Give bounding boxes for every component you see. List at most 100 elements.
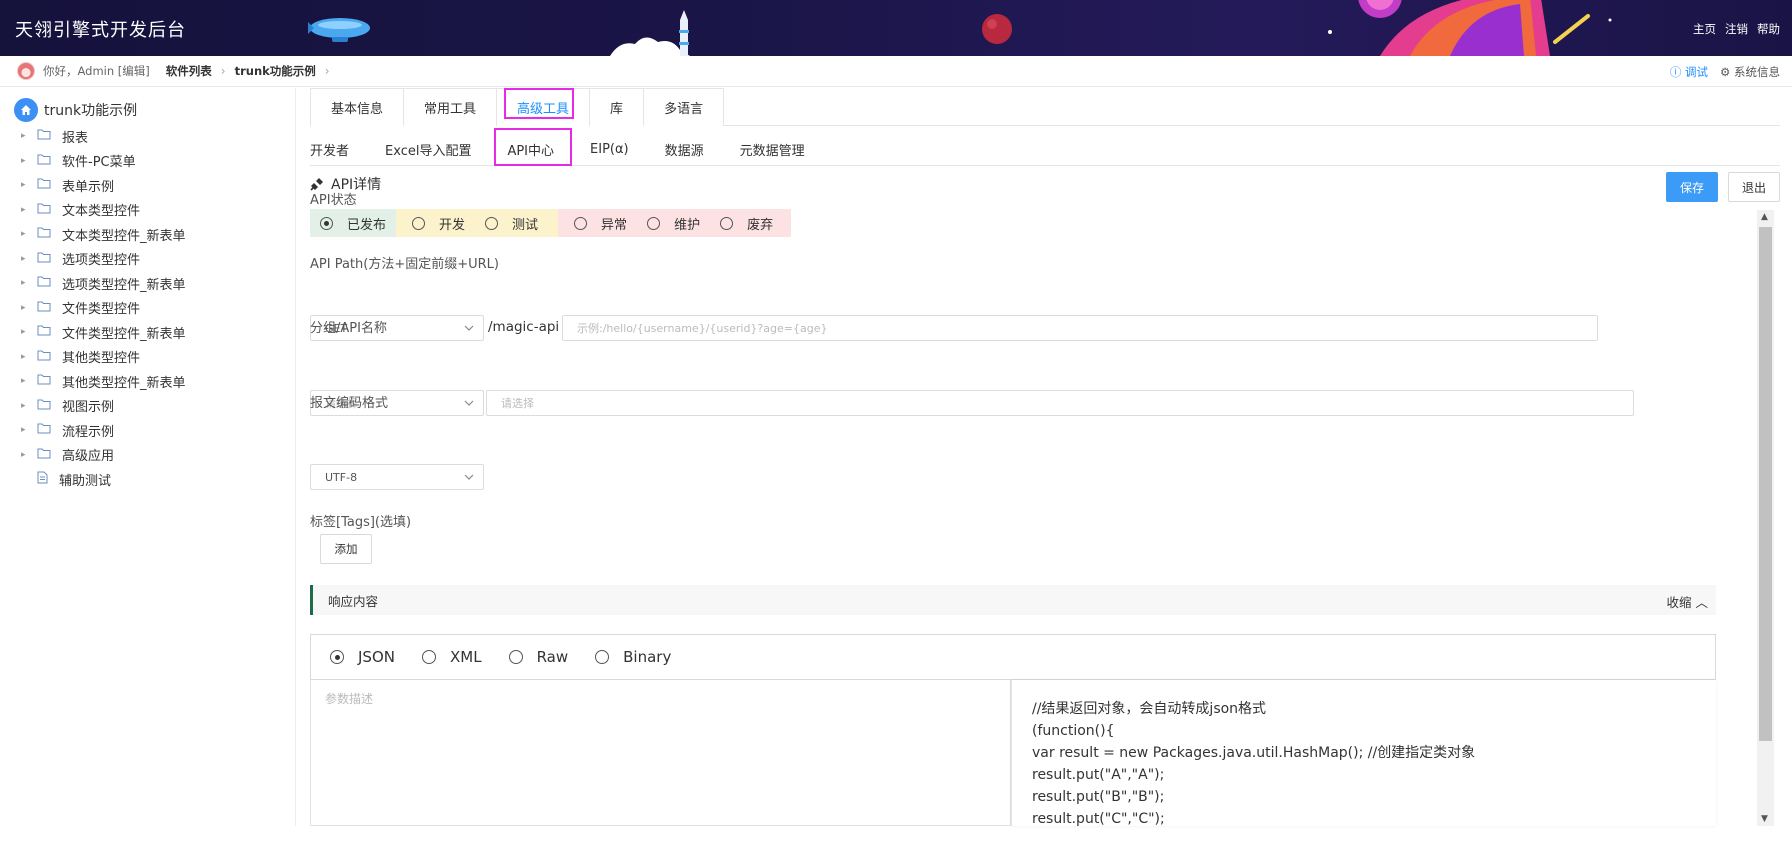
sidebar-item[interactable]: ▸ 选项类型控件: [0, 247, 296, 272]
system-info-link[interactable]: ⚙ 系统信息: [1720, 64, 1780, 80]
format-binary[interactable]: Binary: [595, 648, 671, 666]
tab-common-tools[interactable]: 常用工具: [403, 88, 498, 126]
sidebar-item-label: 选项类型控件: [62, 253, 141, 269]
status-published[interactable]: 已发布: [310, 209, 397, 237]
sidebar-item[interactable]: ▸ 表单示例: [0, 173, 296, 198]
sidebar-item[interactable]: ▸ 文本类型控件: [0, 198, 296, 223]
scrollbar-thumb[interactable]: [1759, 227, 1772, 741]
folder-icon: [37, 153, 51, 169]
tab-advanced-tools[interactable]: 高级工具: [496, 88, 591, 126]
sidebar-item[interactable]: ▸ 流程示例: [0, 418, 296, 443]
help-link[interactable]: 帮助: [1757, 21, 1780, 37]
chevron-down-icon: [464, 325, 474, 331]
tab-metadata[interactable]: 元数据管理: [722, 132, 823, 166]
user-greeting[interactable]: 你好，Admin [编辑]: [43, 63, 150, 79]
sidebar-item[interactable]: ▸ 高级应用: [0, 443, 296, 468]
tab-basic-info[interactable]: 基本信息: [310, 88, 405, 126]
breadcrumb-trunk-demo[interactable]: trunk功能示例: [235, 63, 316, 79]
tab-eip[interactable]: EIP(α): [572, 132, 647, 166]
vertical-scrollbar[interactable]: ▲ ▼: [1757, 210, 1774, 826]
status-maintenance[interactable]: 维护: [637, 209, 711, 237]
app-title: 天翎引擎式开发后台: [15, 20, 186, 41]
format-raw[interactable]: Raw: [508, 648, 568, 666]
tab-api-center[interactable]: API中心: [489, 132, 572, 166]
tab-excel-import[interactable]: Excel导入配置: [367, 132, 489, 166]
sidebar-item[interactable]: ▸ 视图示例: [0, 394, 296, 419]
code-line: (function(){: [1032, 723, 1115, 739]
tab-multi-language[interactable]: 多语言: [643, 88, 725, 126]
sidebar-item[interactable]: ▸ 其他类型控件: [0, 345, 296, 370]
sidebar-item[interactable]: ▸辅助测试: [0, 467, 296, 492]
caret-right-icon[interactable]: ▸: [21, 401, 31, 411]
status-developing[interactable]: 开发: [396, 209, 476, 237]
radio-checked-icon: [330, 650, 344, 664]
sidebar-item-label: 选项类型控件_新表单: [62, 277, 186, 293]
format-xml[interactable]: XML: [421, 648, 482, 666]
caret-right-icon[interactable]: ▸: [21, 229, 31, 239]
status-deprecated[interactable]: 废弃: [710, 209, 792, 237]
collapse-button[interactable]: 收缩 ︿: [1667, 592, 1709, 611]
tree-list: ▸ 报表 ▸ 软件-PC菜单 ▸ 表单示例 ▸ 文本类型控件 ▸ 文本类型控件_新表单 ▸ 选项类型控…: [0, 124, 296, 492]
scroll-up-icon[interactable]: ▲: [1761, 212, 1768, 222]
status-error[interactable]: 异常: [558, 209, 638, 237]
caret-right-icon[interactable]: ▸: [21, 156, 31, 166]
sidebar-item[interactable]: ▸ 报表: [0, 124, 296, 149]
exit-button[interactable]: 退出: [1728, 172, 1780, 202]
status-testing[interactable]: 测试: [475, 209, 559, 237]
save-button[interactable]: 保存: [1666, 172, 1718, 202]
caret-right-icon[interactable]: ▸: [21, 205, 31, 215]
caret-right-icon[interactable]: ▸: [21, 303, 31, 313]
api-prefix: /magic-api: [488, 319, 560, 335]
code-editor[interactable]: //结果返回对象，会自动转成json格式 (function(){ var re…: [1011, 680, 1716, 826]
folder-icon: [37, 398, 51, 414]
param-description-textarea[interactable]: 参数描述: [310, 680, 1011, 826]
caret-right-icon[interactable]: ▸: [21, 450, 31, 460]
sidebar-item[interactable]: ▸ 文件类型控件: [0, 296, 296, 321]
gear-icon: ⚙: [1720, 65, 1734, 79]
chevron-up-icon: ︿: [1691, 595, 1708, 610]
caret-right-icon[interactable]: ▸: [21, 254, 31, 264]
api-url-input[interactable]: 示例:/hello/{username}/{userid}?age={age}: [562, 315, 1598, 341]
api-name-input[interactable]: 请选择: [486, 390, 1634, 416]
main-tabs: 基本信息 常用工具 高级工具 库 多语言: [310, 88, 1780, 126]
code-line: var result = new Packages.java.util.Hash…: [1032, 745, 1476, 761]
caret-right-icon[interactable]: ▸: [21, 352, 31, 362]
add-tag-button[interactable]: 添加: [320, 534, 372, 564]
scroll-down-icon[interactable]: ▼: [1761, 814, 1768, 824]
response-section-header: 响应内容 收缩 ︿: [310, 585, 1716, 615]
sidebar-item-label: 其他类型控件: [62, 351, 141, 367]
folder-icon: [37, 422, 51, 438]
avatar[interactable]: [17, 62, 35, 80]
folder-icon: [37, 447, 51, 463]
encoding-label: 报文编码格式: [310, 396, 389, 411]
sidebar-item[interactable]: ▸ 其他类型控件_新表单: [0, 369, 296, 394]
sidebar-item[interactable]: ▸ 文件类型控件_新表单: [0, 320, 296, 345]
tree-root[interactable]: trunk功能示例: [14, 98, 137, 122]
format-json[interactable]: JSON: [330, 648, 395, 666]
caret-right-icon[interactable]: ▸: [21, 131, 31, 141]
folder-icon: [37, 226, 51, 242]
radio-icon: [647, 216, 661, 230]
sidebar-item[interactable]: ▸ 选项类型控件_新表单: [0, 271, 296, 296]
breadcrumb-software-list[interactable]: 软件列表: [166, 63, 212, 79]
caret-right-icon[interactable]: ▸: [21, 376, 31, 386]
debug-link[interactable]: ⓘ 调试: [1670, 64, 1708, 80]
sidebar-item-label: 文本类型控件_新表单: [62, 228, 186, 244]
logout-link[interactable]: 注销: [1725, 21, 1748, 37]
sidebar-item[interactable]: ▸ 文本类型控件_新表单: [0, 222, 296, 247]
tab-data-source[interactable]: 数据源: [647, 132, 722, 166]
encoding-select[interactable]: UTF-8: [310, 464, 484, 490]
folder-icon: [37, 177, 51, 193]
sidebar-item-label: 辅助测试: [59, 473, 112, 489]
caret-right-icon[interactable]: ▸: [21, 278, 31, 288]
caret-right-icon[interactable]: ▸: [21, 425, 31, 435]
caret-right-icon[interactable]: ▸: [21, 327, 31, 337]
sidebar-item-label: 文件类型控件: [62, 302, 141, 318]
tab-library[interactable]: 库: [589, 88, 645, 126]
sidebar-item[interactable]: ▸ 软件-PC菜单: [0, 149, 296, 174]
caret-right-icon[interactable]: ▸: [21, 180, 31, 190]
folder-icon: [37, 324, 51, 340]
sidebar-item-label: 其他类型控件_新表单: [62, 375, 186, 391]
tab-developer[interactable]: 开发者: [310, 132, 367, 166]
home-link[interactable]: 主页: [1693, 21, 1716, 37]
